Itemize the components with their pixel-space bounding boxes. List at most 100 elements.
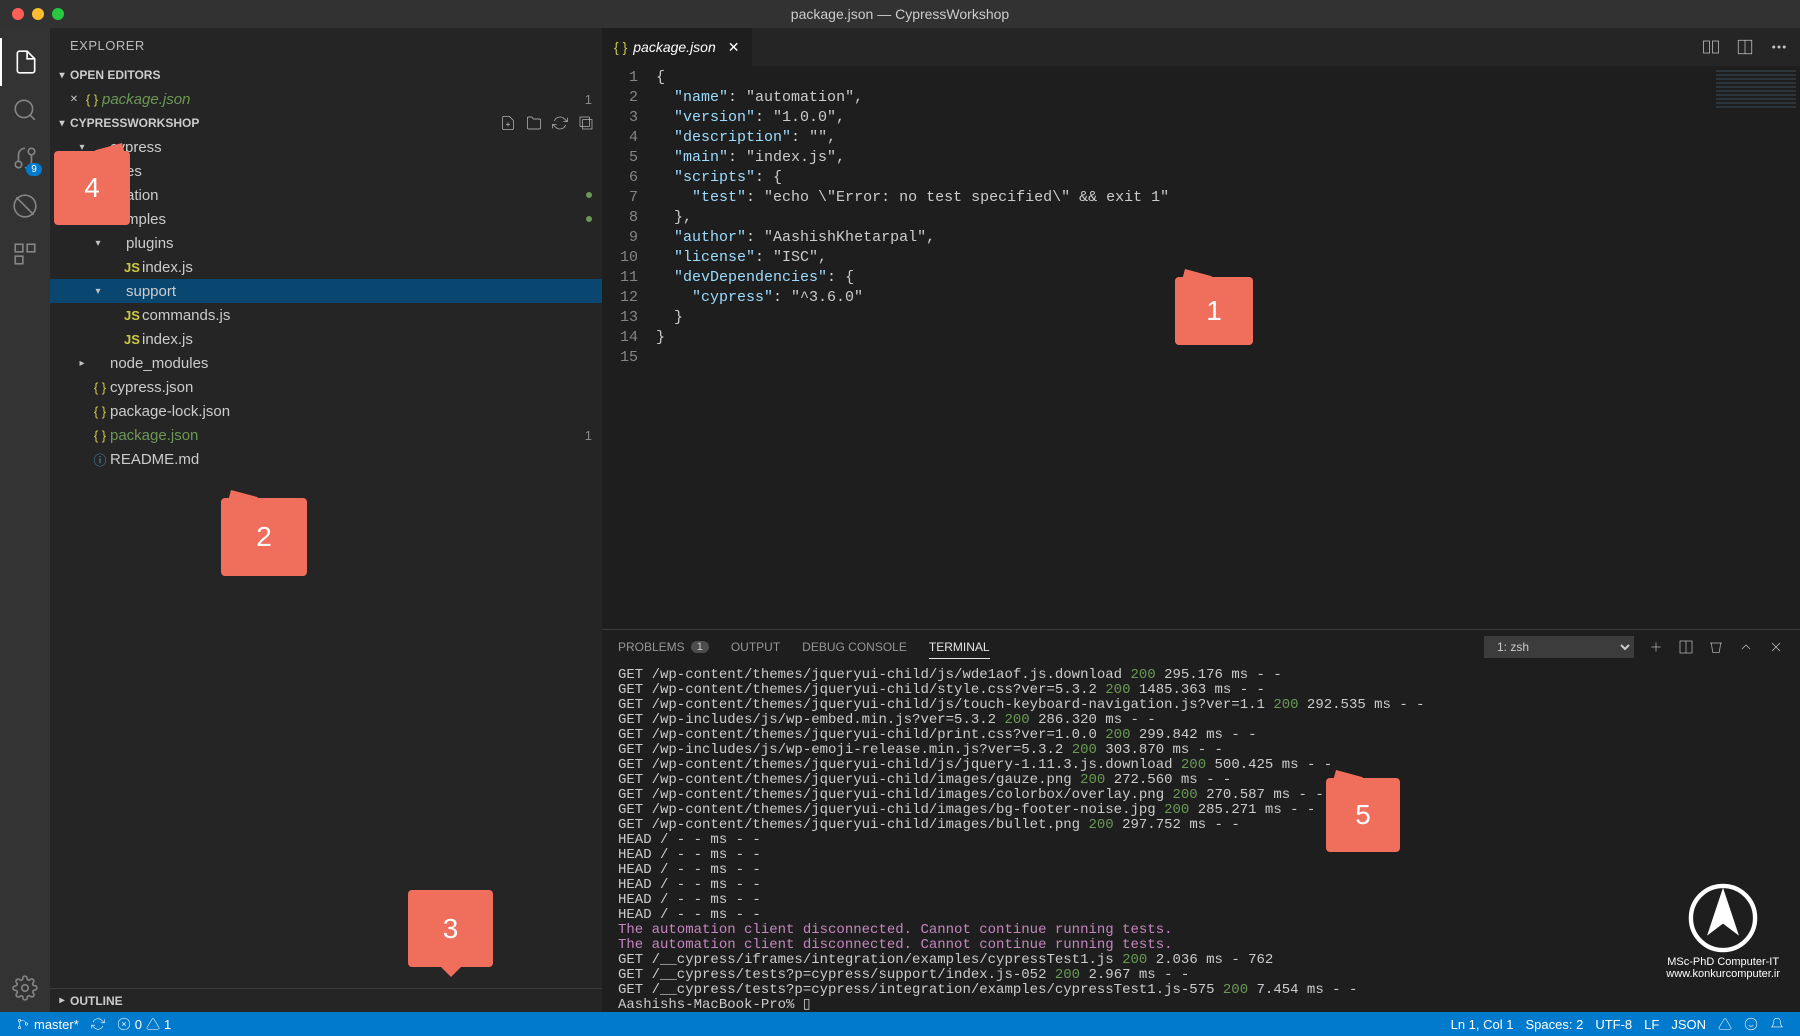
annotation-1: 1	[1175, 277, 1253, 345]
sidebar-title: EXPLORER	[50, 28, 602, 63]
close-icon[interactable]: ✕	[66, 94, 82, 105]
refresh-icon[interactable]	[552, 115, 568, 131]
tree-item-label: package.json	[110, 427, 579, 444]
tree-item-label: es	[126, 163, 592, 180]
tree-item-label: index.js	[142, 331, 592, 348]
annotation-2: 2	[221, 498, 307, 576]
window-close-button[interactable]	[12, 8, 24, 20]
open-editors-header[interactable]: ▾ OPEN EDITORS	[50, 63, 602, 87]
tree-item[interactable]: ▸{ }package-lock.json	[50, 399, 602, 423]
close-tab-icon[interactable]: ✕	[728, 39, 740, 56]
tree-item[interactable]: ▸ation	[50, 183, 602, 207]
maximize-panel-icon[interactable]	[1738, 639, 1754, 655]
status-sync[interactable]	[85, 1017, 111, 1031]
file-tree: ▾cypress▸es▸ation▸mples▾plugins▸JSindex.…	[50, 135, 602, 988]
status-errors[interactable]: 0 1	[111, 1017, 177, 1032]
watermark: MSc-PhD Computer-IT www.konkurcomputer.i…	[1666, 883, 1780, 980]
sidebar: EXPLORER ▾ OPEN EDITORS ✕ { } package.js…	[50, 28, 602, 1012]
terminal-shell-select[interactable]: 1: zsh	[1484, 636, 1634, 658]
new-file-icon[interactable]	[500, 115, 516, 131]
new-terminal-icon[interactable]	[1648, 639, 1664, 655]
tree-item[interactable]: ▸JSindex.js	[50, 327, 602, 351]
panel-tab-output[interactable]: OUTPUT	[731, 640, 780, 654]
tree-item[interactable]: ▸mples	[50, 207, 602, 231]
minimap[interactable]	[1716, 70, 1796, 110]
line-gutter: 123456789101112131415	[602, 66, 656, 629]
tree-item[interactable]: ▾support	[50, 279, 602, 303]
tree-item-label: ation	[126, 187, 580, 204]
annotation-3: 3	[408, 890, 493, 967]
editor-panel: { } package.json ✕ 123456789101112131415…	[602, 28, 1800, 1012]
panel-tab-problems[interactable]: PROBLEMS 1	[618, 640, 709, 654]
status-cursor[interactable]: Ln 1, Col 1	[1445, 1017, 1520, 1032]
tree-item-label: mples	[126, 211, 580, 228]
js-icon: JS	[122, 260, 142, 275]
tree-item[interactable]: ▸ⓘREADME.md	[50, 447, 602, 471]
tree-item[interactable]: ▸JSindex.js	[50, 255, 602, 279]
tree-item-label: index.js	[142, 259, 592, 276]
json-icon: { }	[82, 92, 102, 107]
tree-item-label: plugins	[126, 235, 592, 252]
json-icon: { }	[90, 404, 110, 419]
status-bell-icon[interactable]	[1764, 1017, 1790, 1031]
tree-item-label: support	[126, 283, 592, 300]
activity-debug-icon[interactable]	[0, 182, 50, 230]
compare-icon[interactable]	[1702, 38, 1720, 56]
json-icon: { }	[614, 39, 627, 55]
terminal-output[interactable]: GET /wp-content/themes/jqueryui-child/js…	[602, 664, 1800, 1012]
scm-badge: 9	[26, 163, 42, 176]
tree-item-label: README.md	[110, 451, 592, 468]
activity-scm-icon[interactable]: 9	[0, 134, 50, 182]
json-icon: { }	[90, 380, 110, 395]
collapse-all-icon[interactable]	[578, 115, 594, 131]
activity-bar: 9	[0, 28, 50, 1012]
window-minimize-button[interactable]	[32, 8, 44, 20]
panel-tab-terminal[interactable]: TERMINAL	[929, 640, 990, 659]
split-editor-icon[interactable]	[1736, 38, 1754, 56]
tree-item[interactable]: ▸node_modules	[50, 351, 602, 375]
js-icon: JS	[122, 308, 142, 323]
status-encoding[interactable]: UTF-8	[1589, 1017, 1638, 1032]
outline-header[interactable]: ▸ OUTLINE	[50, 988, 602, 1012]
info-icon: ⓘ	[90, 450, 110, 469]
tree-item[interactable]: ▾plugins	[50, 231, 602, 255]
more-icon[interactable]	[1770, 38, 1788, 56]
editor-tab[interactable]: { } package.json ✕	[602, 28, 752, 66]
status-language[interactable]: JSON	[1665, 1017, 1712, 1032]
js-icon: JS	[122, 332, 142, 347]
tree-item-label: commands.js	[142, 307, 592, 324]
status-branch[interactable]: master*	[10, 1017, 85, 1032]
activity-explorer-icon[interactable]	[0, 38, 50, 86]
status-eol[interactable]: LF	[1638, 1017, 1665, 1032]
bottom-panel: PROBLEMS 1 OUTPUT DEBUG CONSOLE TERMINAL…	[602, 629, 1800, 1012]
editor-body[interactable]: 123456789101112131415 { "name": "automat…	[602, 66, 1800, 629]
activity-search-icon[interactable]	[0, 86, 50, 134]
status-smiley-icon[interactable]	[1738, 1017, 1764, 1031]
status-spaces[interactable]: Spaces: 2	[1519, 1017, 1589, 1032]
tree-item-label: cypress.json	[110, 379, 592, 396]
json-icon: { }	[90, 428, 110, 443]
activity-extensions-icon[interactable]	[0, 230, 50, 278]
window-maximize-button[interactable]	[52, 8, 64, 20]
tree-item[interactable]: ▸{ }cypress.json	[50, 375, 602, 399]
tree-item-label: package-lock.json	[110, 403, 592, 420]
trash-icon[interactable]	[1708, 639, 1724, 655]
split-terminal-icon[interactable]	[1678, 639, 1694, 655]
code-content[interactable]: { "name": "automation", "version": "1.0.…	[656, 66, 1800, 629]
tree-item[interactable]: ▸{ }package.json1	[50, 423, 602, 447]
tree-item[interactable]: ▸JScommands.js	[50, 303, 602, 327]
tree-item-label: cypress	[110, 139, 592, 156]
status-feedback-icon[interactable]	[1712, 1017, 1738, 1031]
activity-settings-icon[interactable]	[0, 964, 50, 1012]
annotation-5: 5	[1326, 778, 1400, 852]
tree-item-label: node_modules	[110, 355, 592, 372]
panel-tab-debug[interactable]: DEBUG CONSOLE	[802, 640, 907, 654]
close-panel-icon[interactable]	[1768, 639, 1784, 655]
open-editor-item[interactable]: ✕ { } package.json 1	[50, 87, 602, 111]
tab-bar: { } package.json ✕	[602, 28, 1800, 66]
new-folder-icon[interactable]	[526, 115, 542, 131]
titlebar: package.json — CypressWorkshop	[0, 0, 1800, 28]
annotation-4: 4	[54, 151, 130, 225]
window-title: package.json — CypressWorkshop	[791, 6, 1009, 22]
statusbar: master* 0 1 Ln 1, Col 1 Spaces: 2 UTF-8 …	[0, 1012, 1800, 1036]
